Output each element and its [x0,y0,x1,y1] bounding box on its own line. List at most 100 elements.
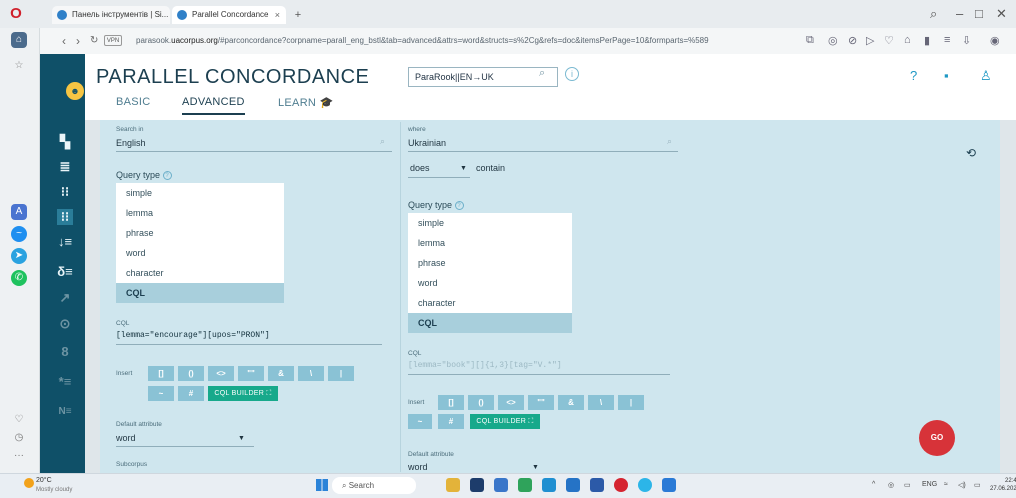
weather-temp[interactable]: 20°C [36,477,52,484]
parallel-concordance-icon[interactable]: ⁝⁝ [57,209,73,225]
url-field[interactable]: parasook.uacorpus.org/#parconcordance?co… [136,33,776,49]
sort-icon[interactable]: ↓≡ [57,234,73,250]
whatsapp-icon[interactable]: ✆ [11,270,27,286]
extensions-icon[interactable]: ⌂ [904,34,911,46]
feedback-icon[interactable]: ▪ [944,68,949,83]
cql-builder-button[interactable]: CQL BUILDER ⛶ [470,414,540,429]
clock[interactable]: 22:4827.06.2024 [990,477,1016,493]
query-type-option[interactable]: lemma [116,203,284,223]
tray-network-icon[interactable]: ◎ [888,481,894,489]
dashboard-icon[interactable]: ▚ [57,134,73,150]
insert-quotes-button[interactable]: "" [238,366,264,381]
close-tab-icon[interactable]: × [275,6,280,24]
insert-pipe-button[interactable]: | [618,395,644,410]
tab-basic[interactable]: BASIC [116,96,151,108]
taskbar-search[interactable]: ⌕ Search [332,477,416,494]
browser-tab[interactable]: Панель інструментів | Si... [52,6,170,24]
history-icon[interactable]: ◷ [11,430,27,446]
vpn-badge[interactable]: VPN [104,35,122,46]
forward-icon[interactable]: › [76,34,80,48]
does-select[interactable]: does [410,163,430,173]
play-icon[interactable]: ▷ [866,34,874,47]
insert-tilde-button[interactable]: ~ [408,414,432,429]
insert-quotes-button[interactable]: "" [528,395,554,410]
taskbar-app-icon[interactable] [590,478,604,492]
help-icon[interactable]: ? [910,68,917,83]
insert-angle-button[interactable]: <> [208,366,234,381]
query-type-option[interactable]: word [408,273,572,293]
heart-sidebar-icon[interactable]: ♡ [11,412,27,428]
insert-parens-button[interactable]: () [178,366,204,381]
taskbar-app-icon[interactable] [542,478,556,492]
tray-language[interactable]: ENG [922,481,937,488]
back-icon[interactable]: ‹ [62,34,66,48]
insert-backslash-button[interactable]: \ [298,366,324,381]
query-type-option[interactable]: simple [116,183,284,203]
close-window-icon[interactable]: ✕ [996,6,1007,22]
where-select[interactable]: Ukrainian [408,138,446,148]
trend-icon[interactable]: ↗ [57,290,73,306]
search-tabs-icon[interactable]: ⌕ [930,6,937,22]
camera-icon[interactable]: ◎ [828,34,838,47]
terms-icon[interactable]: *≡ [57,374,73,390]
cql-input-right[interactable]: [lemma="book"][]{1,3}[tag="V.*"] [408,361,562,370]
tab-advanced[interactable]: ADVANCED [182,96,245,115]
browser-tab-active[interactable]: Parallel Concordance × [172,6,286,24]
maximize-icon[interactable]: □ [975,6,983,21]
opera-logo-icon[interactable]: O [8,6,24,22]
question-icon[interactable]: ? [454,201,464,211]
query-type-option[interactable]: word [116,243,284,263]
insert-hash-button[interactable]: # [178,386,204,401]
question-icon[interactable]: ? [162,171,172,181]
insert-pipe-button[interactable]: | [328,366,354,381]
corpus-search-icon[interactable]: ⌕ [539,67,545,80]
taskbar-app-icon[interactable] [566,478,580,492]
corpus-selector[interactable]: ParaRook||EN→UK [408,67,558,87]
query-type-option[interactable]: character [408,293,572,313]
search-in-select[interactable]: English [116,138,146,148]
query-type-option[interactable]: character [116,263,284,283]
query-type-option[interactable]: lemma [408,233,572,253]
info-icon[interactable]: i [565,67,579,81]
insert-brackets-button[interactable]: [] [148,366,174,381]
reset-icon[interactable]: ⟲ [966,146,976,160]
query-type-option[interactable]: phrase [116,223,284,243]
taskbar-app-icon[interactable] [494,478,508,492]
taskbar-app-icon[interactable] [518,478,532,492]
keywords-icon[interactable]: 8 [57,344,73,360]
insert-angle-button[interactable]: <> [498,395,524,410]
more-icon[interactable]: ··· [11,448,27,464]
aria-icon[interactable]: A [11,204,27,220]
download-icon[interactable]: ⇩ [962,34,971,47]
minimize-icon[interactable]: – [956,6,963,21]
tab-learn[interactable]: LEARN 🎓 [278,96,334,109]
tray-wifi-icon[interactable]: ≈ [944,481,948,488]
insert-tilde-button[interactable]: ~ [148,386,174,401]
tray-battery-icon[interactable]: ▭ [974,481,981,489]
insert-backslash-button[interactable]: \ [588,395,614,410]
screenshot-icon[interactable]: ⧉ [806,34,814,47]
app-logo-icon[interactable]: ☻ [66,82,84,100]
taskbar-app-icon[interactable] [662,478,676,492]
taskbar-app-icon[interactable] [638,478,652,492]
telegram-icon[interactable]: ➤ [11,248,27,264]
reload-icon[interactable]: ↻ [90,35,98,46]
shield-icon[interactable]: ⊘ [848,34,857,47]
query-type-option-selected[interactable]: CQL [116,283,284,303]
heart-icon[interactable]: ♡ [884,34,894,47]
query-type-option[interactable]: phrase [408,253,572,273]
query-type-option[interactable]: simple [408,213,572,233]
messenger-icon[interactable]: ~ [11,226,27,242]
default-attribute-select[interactable]: word [116,433,136,443]
tray-display-icon[interactable]: ▭ [904,481,911,489]
cql-input-left[interactable]: [lemma="encourage"][upos="PRON"] [116,331,270,340]
parallel-icon[interactable]: ⁝⁝ [57,184,73,200]
insert-hash-button[interactable]: # [438,414,464,429]
tray-volume-icon[interactable]: ◁) [958,481,966,489]
ngrams-icon[interactable]: N≡ [57,404,73,420]
frequency-icon[interactable]: δ≡ [57,264,73,280]
taskbar-app-icon[interactable] [470,478,484,492]
new-tab-icon[interactable]: + [291,8,305,22]
list-icon[interactable]: ≣ [57,159,73,175]
menu-icon[interactable]: ≡ [944,34,950,46]
